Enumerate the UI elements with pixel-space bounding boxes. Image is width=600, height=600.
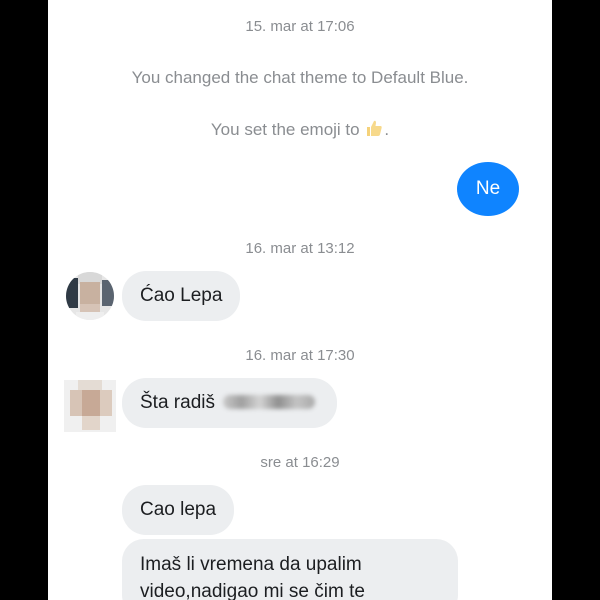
thumbs-up-icon xyxy=(364,118,384,138)
message-text: Šta radiš xyxy=(140,392,215,413)
timestamp: 16. mar at 13:12 xyxy=(245,240,355,257)
avatar xyxy=(64,380,116,432)
message-line: video,nadigao mi se čim te xyxy=(140,581,365,600)
message-line: Imaš li vremena da upalim xyxy=(140,554,362,575)
received-message-bubble[interactable]: Cao lepa xyxy=(122,485,235,535)
timestamp: 15. mar at 17:06 xyxy=(245,18,355,35)
avatar xyxy=(66,272,114,320)
theme-change-notice: You changed the chat theme to Default Bl… xyxy=(131,68,469,87)
timestamp: sre at 16:29 xyxy=(260,454,340,471)
sent-message-bubble[interactable]: Ne xyxy=(457,162,519,216)
emoji-change-notice: You set the emoji to . xyxy=(48,118,552,140)
received-message-bubble[interactable]: Šta radiš xyxy=(122,378,337,428)
received-message-bubble[interactable]: Imaš li vremena da upalim video,nadigao … xyxy=(122,539,458,600)
redacted-text xyxy=(222,395,315,409)
received-message-bubble[interactable]: Ćao Lepa xyxy=(122,271,241,321)
timestamp: 16. mar at 17:30 xyxy=(245,347,355,364)
chat-screen: 15. mar at 17:06 You changed the chat th… xyxy=(48,0,552,600)
emoji-notice-text: You set the emoji to xyxy=(210,120,360,139)
emoji-notice-period: . xyxy=(384,120,390,139)
